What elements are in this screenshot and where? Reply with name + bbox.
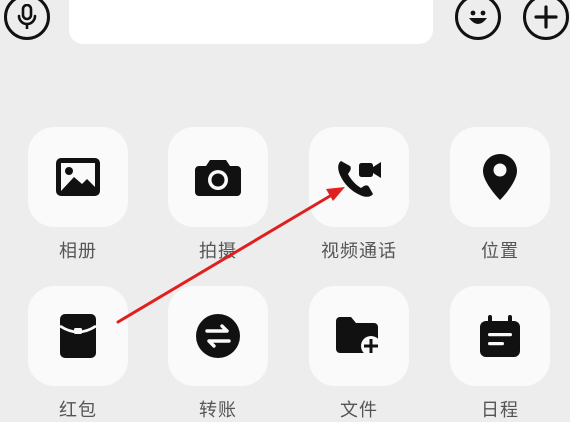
calendar-label: 日程 [481,400,519,421]
video-call-button[interactable] [309,127,409,227]
calendar-button[interactable] [450,286,550,386]
red-packet-button[interactable] [28,286,128,386]
video-call-icon [338,161,381,197]
video-call-label: 视频通话 [321,241,397,262]
emoji-button[interactable] [455,0,501,40]
microphone-icon [17,4,37,29]
album-label: 相册 [59,241,97,262]
camera-label: 拍摄 [199,241,237,262]
plus-circle-icon [534,5,558,29]
file-button[interactable] [309,286,409,386]
more-button[interactable] [523,0,569,40]
transfer-icon [196,314,240,358]
location-button[interactable] [450,127,550,227]
location-label: 位置 [481,241,519,262]
red-packet-label: 红包 [59,400,97,421]
file-label: 文件 [340,400,378,421]
album-button[interactable] [28,127,128,227]
location-pin-icon [483,154,517,200]
transfer-label: 转账 [199,400,237,421]
image-icon [56,158,100,196]
camera-button[interactable] [168,127,268,227]
calendar-icon [480,315,520,357]
smile-icon [469,10,487,24]
camera-icon [195,160,241,196]
message-input[interactable] [69,0,433,44]
red-packet-icon [60,314,96,358]
transfer-button[interactable] [168,286,268,386]
chat-more-panel: { "input_bar": { "voice_icon": "micropho… [0,0,570,421]
file-add-icon [336,317,381,356]
voice-input-button[interactable] [4,0,50,40]
